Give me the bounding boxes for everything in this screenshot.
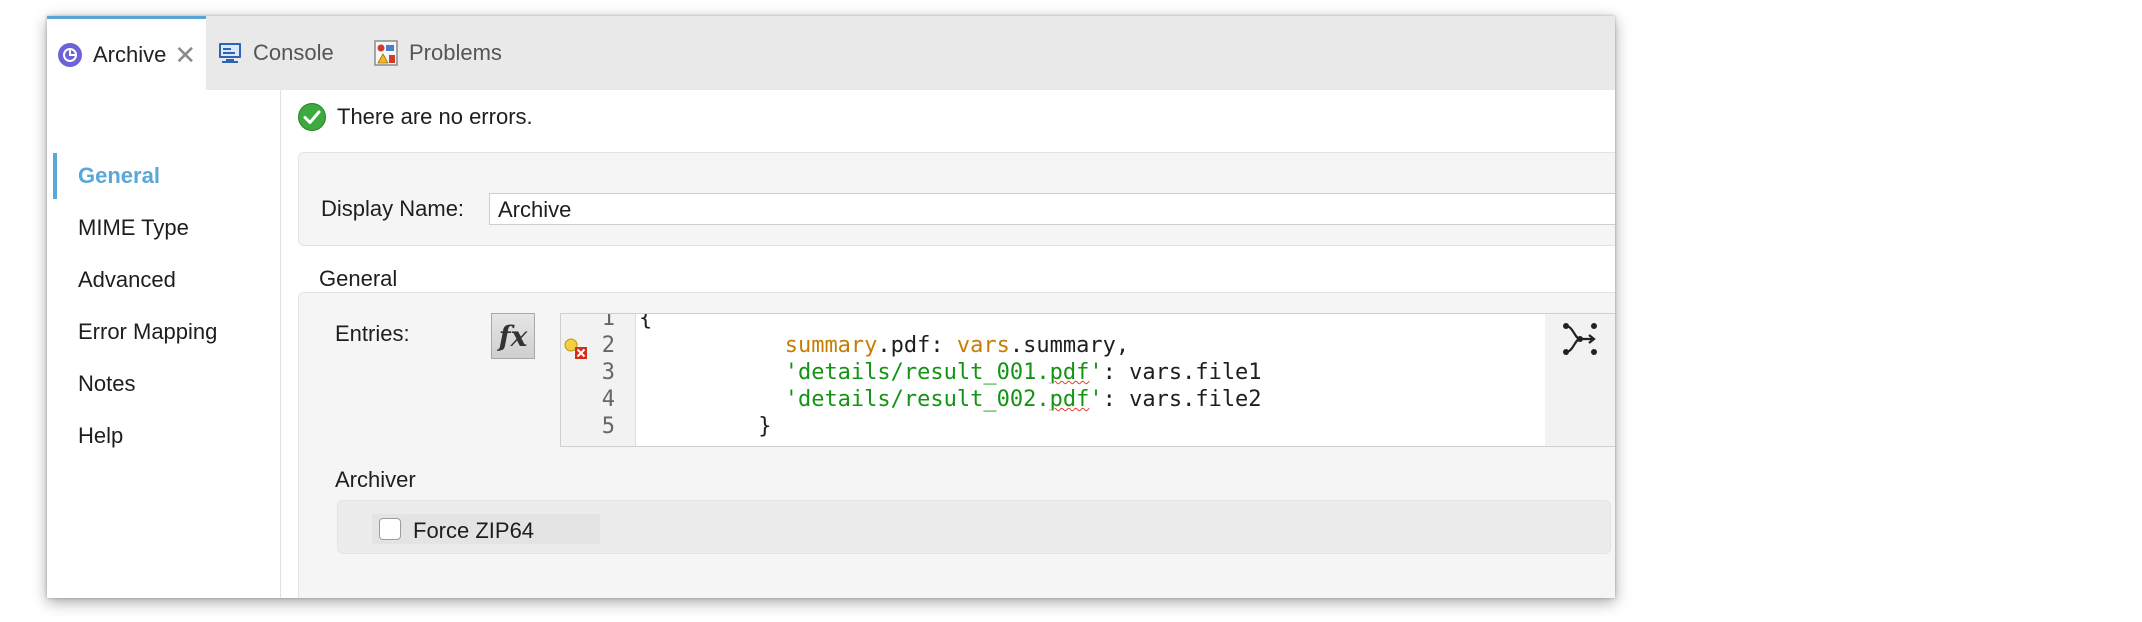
sidebar-item-help[interactable]: Help — [47, 410, 280, 462]
display-name-input[interactable]: Archive — [489, 193, 1615, 225]
tab-problems-label: Problems — [409, 40, 502, 65]
fx-toggle-button[interactable]: fx — [491, 313, 535, 359]
tab-bar: Archive ✕ Console Problems — [47, 16, 1615, 90]
line-number: 1 — [601, 313, 615, 331]
force-zip64-checkbox[interactable] — [379, 518, 401, 540]
code-area[interactable]: { summary.pdf: vars.summary, 'details/re… — [639, 314, 1539, 446]
sidebar: General MIME Type Advanced Error Mapping… — [47, 90, 281, 598]
entries-code-editor[interactable]: 1 2 3 4 5 { summary.pdf: vars.summary, '… — [560, 313, 1615, 447]
code-line-4: 'details/result_002.pdf': vars.file2 — [784, 387, 1262, 412]
line-number: 4 — [601, 387, 615, 412]
editor-window: Archive ✕ Console Problems General MIME … — [47, 16, 1615, 598]
validation-status: There are no errors. — [297, 102, 533, 132]
sidebar-item-general[interactable]: General — [47, 150, 280, 202]
sidebar-item-notes[interactable]: Notes — [47, 358, 280, 410]
problems-icon — [374, 40, 398, 66]
sidebar-item-mime-type[interactable]: MIME Type — [47, 202, 280, 254]
code-line-3: 'details/result_001.pdf': vars.file1 — [784, 360, 1262, 385]
archive-connector-icon — [58, 42, 82, 67]
sidebar-item-error-mapping[interactable]: Error Mapping — [47, 306, 280, 358]
code-line-1: { — [639, 313, 653, 331]
close-tab-icon[interactable]: ✕ — [174, 42, 196, 68]
tab-console-label: Console — [253, 40, 334, 65]
tab-archive[interactable]: Archive ✕ — [47, 16, 206, 90]
editor-side-panel — [1545, 314, 1615, 446]
code-line-5: } — [758, 414, 772, 439]
display-name-label: Display Name: — [321, 196, 465, 221]
line-number: 5 — [601, 414, 615, 439]
data-mapping-icon[interactable] — [1561, 320, 1599, 363]
tab-console[interactable]: Console — [217, 16, 347, 90]
tab-problems[interactable]: Problems — [373, 16, 523, 90]
force-zip64-label[interactable]: Force ZIP64 — [413, 518, 534, 544]
check-circle-icon — [298, 103, 326, 131]
archiver-section-title: Archiver — [335, 467, 416, 492]
entries-label: Entries: — [335, 321, 410, 346]
status-text: There are no errors. — [337, 104, 533, 129]
sidebar-item-advanced[interactable]: Advanced — [47, 254, 280, 306]
error-marker-icon — [563, 336, 589, 365]
editor-gutter: 1 2 3 4 5 — [561, 314, 636, 446]
tab-archive-label: Archive — [93, 41, 167, 67]
console-icon — [219, 43, 241, 63]
line-number: 3 — [601, 360, 615, 385]
general-section-title: General — [319, 266, 398, 291]
code-line-2: summary.pdf: vars.summary, — [784, 333, 1130, 358]
line-number: 2 — [601, 333, 615, 358]
